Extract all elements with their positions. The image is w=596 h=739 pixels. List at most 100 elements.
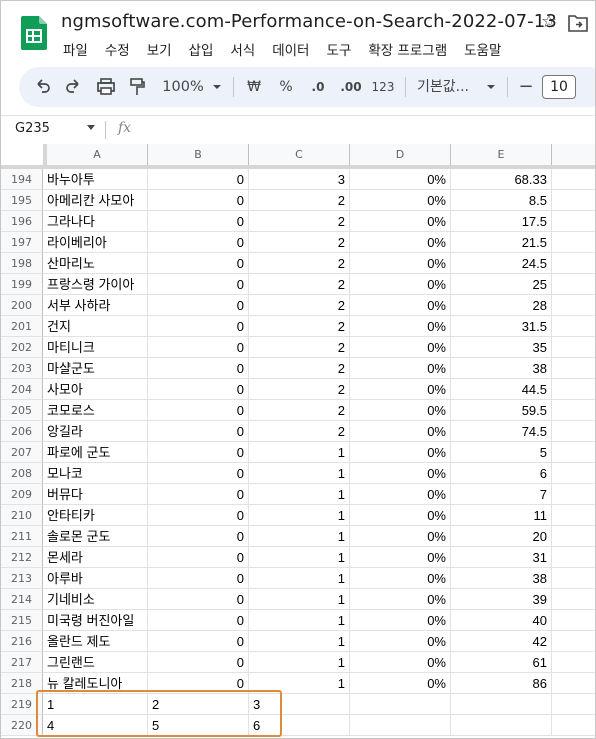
cell-f[interactable] [552,232,595,253]
row-header[interactable]: 196 [1,211,43,232]
row-header[interactable]: 202 [1,337,43,358]
frozen-column-divider[interactable] [43,144,47,169]
cell-e[interactable]: 20 [451,526,552,547]
menu-extensions[interactable]: 확장 프로그램 [368,39,447,59]
cell-a[interactable]: 바누아투 [43,169,148,190]
column-header-e[interactable]: E [451,144,552,166]
cell-e[interactable]: 17.5 [451,211,552,232]
document-title[interactable]: ngmsoftware.com-Performance-on-Search-20… [61,11,557,32]
cell-e[interactable]: 6 [451,463,552,484]
cell-c[interactable]: 1 [249,463,350,484]
cell-a[interactable]: 버뮤다 [43,484,148,505]
cell-d[interactable]: 0% [350,232,451,253]
cell-b[interactable]: 0 [148,631,249,652]
cell-a[interactable]: 아메리칸 사모아 [43,190,148,211]
cell-b[interactable]: 0 [148,337,249,358]
cell-c[interactable]: 3 [249,169,350,190]
cell-f[interactable] [552,694,595,715]
cell-e[interactable]: 38 [451,568,552,589]
cell-b[interactable]: 2 [148,694,249,715]
cell-d[interactable]: 0% [350,316,451,337]
cell-d[interactable] [350,694,451,715]
cell-d[interactable]: 0% [350,610,451,631]
decrease-decimal-button[interactable]: .0 [307,67,329,107]
cell-f[interactable] [552,484,595,505]
cell-b[interactable]: 0 [148,589,249,610]
menu-view[interactable]: 보기 [147,39,172,59]
cell-c[interactable]: 2 [249,274,350,295]
cell-e[interactable]: 21.5 [451,232,552,253]
cell-f[interactable] [552,652,595,673]
move-folder-icon[interactable] [568,14,588,32]
row-header[interactable]: 210 [1,505,43,526]
cell-c[interactable]: 1 [249,673,350,694]
row-header[interactable]: 214 [1,589,43,610]
cell-e[interactable]: 11 [451,505,552,526]
name-box-dropdown-icon[interactable] [87,125,95,130]
cell-a[interactable]: 사모아 [43,379,148,400]
cell-d[interactable]: 0% [350,274,451,295]
name-box[interactable]: G235 [15,121,50,136]
cell-d[interactable]: 0% [350,505,451,526]
cell-c[interactable]: 2 [249,379,350,400]
cell-a[interactable]: 기네비소 [43,589,148,610]
font-family-select[interactable]: 기본값... [417,67,479,107]
cell-f[interactable] [552,421,595,442]
cell-d[interactable]: 0% [350,589,451,610]
cell-a[interactable]: 4 [43,715,148,736]
cell-e[interactable]: 42 [451,631,552,652]
cell-b[interactable]: 0 [148,505,249,526]
cell-e[interactable] [451,715,552,736]
cell-d[interactable]: 0% [350,652,451,673]
menu-format[interactable]: 서식 [230,39,255,59]
row-header[interactable]: 220 [1,715,43,736]
cell-c[interactable]: 1 [249,484,350,505]
cell-e[interactable]: 39 [451,589,552,610]
cell-e[interactable]: 28 [451,295,552,316]
font-size-decrease-button[interactable]: − [517,67,535,107]
cell-a[interactable]: 마샬군도 [43,358,148,379]
font-dropdown-icon[interactable] [485,67,497,107]
cell-c[interactable]: 2 [249,232,350,253]
percent-format-button[interactable]: % [277,67,295,107]
cell-d[interactable]: 0% [350,484,451,505]
cell-a[interactable]: 아루바 [43,568,148,589]
cell-b[interactable]: 0 [148,568,249,589]
cell-f[interactable] [552,190,595,211]
row-header[interactable]: 195 [1,190,43,211]
cell-c[interactable]: 2 [249,295,350,316]
cell-e[interactable]: 38 [451,358,552,379]
row-header[interactable]: 198 [1,253,43,274]
paint-format-icon[interactable] [127,67,147,107]
cell-e[interactable]: 35 [451,337,552,358]
column-header-f[interactable] [552,144,595,166]
sheets-logo-icon[interactable] [21,16,47,50]
cell-f[interactable] [552,673,595,694]
cell-c[interactable]: 1 [249,631,350,652]
increase-decimal-button[interactable]: .00 [339,67,363,107]
zoom-select[interactable]: 100% [161,67,205,107]
cell-f[interactable] [552,442,595,463]
cell-b[interactable]: 0 [148,463,249,484]
cell-b[interactable]: 5 [148,715,249,736]
cell-a[interactable]: 프랑스령 가이아 [43,274,148,295]
cell-b[interactable]: 0 [148,400,249,421]
cell-e[interactable]: 25 [451,274,552,295]
cell-e[interactable]: 8.5 [451,190,552,211]
column-header-a[interactable]: A [47,144,148,166]
cell-c[interactable]: 2 [249,253,350,274]
cell-d[interactable]: 0% [350,442,451,463]
cell-e[interactable]: 5 [451,442,552,463]
cell-e[interactable]: 59.5 [451,400,552,421]
cell-a[interactable]: 그린랜드 [43,652,148,673]
cell-f[interactable] [552,547,595,568]
cell-a[interactable]: 앙길라 [43,421,148,442]
row-header[interactable]: 203 [1,358,43,379]
cell-c[interactable]: 1 [249,610,350,631]
row-header[interactable]: 218 [1,673,43,694]
cell-d[interactable]: 0% [350,463,451,484]
cell-f[interactable] [552,211,595,232]
cell-e[interactable]: 31 [451,547,552,568]
row-header[interactable]: 197 [1,232,43,253]
cell-a[interactable]: 파로에 군도 [43,442,148,463]
